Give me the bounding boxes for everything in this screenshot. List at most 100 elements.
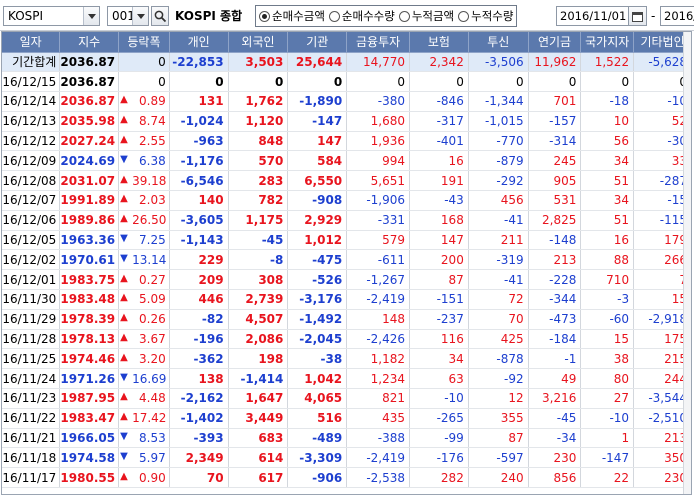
column-header[interactable]: 개인 <box>169 32 229 53</box>
triangle-up-icon: ▲ <box>120 332 128 344</box>
code-select-arrow[interactable] <box>132 7 148 25</box>
row-value-cell: -878 <box>468 348 529 370</box>
row-change-cell: ▲ 3.20 <box>118 348 170 370</box>
table-row[interactable]: 16/11/23 1987.95 ▲ 4.48 -2,162 1,647 4,065 821-… <box>2 388 691 409</box>
triangle-up-icon: ▲ <box>120 351 128 363</box>
column-header[interactable]: 등락폭 <box>118 32 170 53</box>
market-select-arrow[interactable] <box>83 7 99 25</box>
market-select[interactable]: KOSPI <box>3 6 100 26</box>
row-value-cell: 245 <box>528 150 582 172</box>
triangle-down-icon: ▼ <box>120 450 128 462</box>
table-row[interactable]: 16/11/28 1978.13 ▲ 3.67 -196 2,086 -2,045 -2,42… <box>2 329 691 350</box>
radio-cumulative-quantity[interactable]: 누적수량 <box>458 8 513 24</box>
row-value-cell: -92 <box>468 368 529 390</box>
table-row[interactable]: 16/12/152036.870000000000 <box>2 71 691 93</box>
row-value-cell: 25,644 <box>287 52 348 73</box>
summary-row[interactable]: 기간합계 2036.87 0 -22,853 3,503 25,644 14,770 2,34… <box>2 52 691 73</box>
row-change-cell: ▲ 3.67 <box>118 329 170 350</box>
row-value-cell: 4,065 <box>287 388 348 409</box>
table-row[interactable]: 16/12/06 1989.86 ▲ 26.50 -3,605 1,175 2,929 -33… <box>2 210 691 231</box>
column-header[interactable]: 일자 <box>2 32 61 53</box>
radio-cumulative-amount[interactable]: 누적금액 <box>398 8 455 24</box>
date-from-input[interactable]: 2016/11/01 <box>556 6 629 26</box>
table-row[interactable]: 16/11/22 1983.47 ▲ 17.42 -1,402 3,449 516 435 -2… <box>2 408 691 429</box>
row-value-cell: 72 <box>468 289 529 310</box>
row-value-cell: 531 <box>528 190 582 211</box>
table-row[interactable]: 16/12/12 2027.24 ▲ 2.55 -963 848 147 1,936 -401-… <box>2 131 691 152</box>
row-value-cell: 3,449 <box>228 408 289 429</box>
row-index-value: 2036.87 <box>59 52 120 73</box>
table-row[interactable]: 16/11/18 1974.58 ▼ 5.97 2,349 614 -3,309 -2,419… <box>2 447 691 469</box>
table-row[interactable]: 16/11/25 1974.46 ▲ 3.20 -362 198 -38 1,182 34 -87… <box>2 348 691 370</box>
row-index-value: 1980.55 <box>59 467 120 489</box>
row-value-cell: 14,770 <box>346 52 411 73</box>
row-date: 16/12/06 <box>2 210 61 231</box>
triangle-down-icon: ▼ <box>120 233 128 245</box>
row-value-cell: 230 <box>528 447 582 469</box>
column-header[interactable]: 연기금 <box>528 32 582 53</box>
vertical-scrollbar[interactable] <box>683 32 691 494</box>
row-value-cell: 87 <box>468 428 529 449</box>
table-row[interactable]: 16/12/01 1983.75 ▲ 0.27 209 308 -526 -1,267 87 -4… <box>2 269 691 291</box>
radio-net-buy-amount[interactable]: 순매수금액 <box>259 8 325 24</box>
column-header[interactable]: 투신 <box>468 32 529 53</box>
row-value-cell: -393 <box>169 428 229 449</box>
radio-label: 누적금액 <box>411 9 455 23</box>
code-select[interactable]: 001 <box>107 6 149 26</box>
triangle-down-icon: ▼ <box>120 252 128 264</box>
radio-dot-icon <box>259 10 270 22</box>
column-header[interactable]: 지수 <box>59 32 120 53</box>
row-value-cell: 148 <box>346 309 411 330</box>
table-row[interactable]: 16/11/24 1971.26 ▼ 16.69 138 -1,414 1,042 1,234… <box>2 368 691 390</box>
column-header[interactable]: 국가지자 <box>580 32 635 53</box>
table-row[interactable]: 16/12/07 1991.89 ▲ 2.03 140 782 -908 -1,906 -43 4… <box>2 190 691 211</box>
row-value-cell: 198 <box>228 348 289 370</box>
row-value-cell: 782 <box>228 190 289 211</box>
row-value-cell: -2,426 <box>346 329 411 350</box>
radio-net-buy-quantity[interactable]: 순매수수량 <box>328 8 395 24</box>
row-value-cell: 3,216 <box>528 388 582 409</box>
triangle-up-icon: ▲ <box>120 173 128 185</box>
table-row[interactable]: 16/12/05 1963.36 ▼ 7.25 -1,143 -45 1,012 579 147… <box>2 230 691 251</box>
column-header[interactable]: 외국인 <box>228 32 289 53</box>
column-header[interactable]: 기관 <box>287 32 348 53</box>
triangle-up-icon: ▲ <box>120 272 128 284</box>
row-index-value: 2027.24 <box>59 131 120 152</box>
table-row[interactable]: 16/12/02 1970.61 ▼ 13.14 229 -8 -475 -611 200 -31… <box>2 249 691 271</box>
table-row[interactable]: 16/12/14 2036.87 ▲ 0.89 131 1,762 -1,890 -380 -8… <box>2 91 691 112</box>
row-value-cell: 446 <box>169 289 229 310</box>
table-row[interactable]: 16/12/09 2024.69 ▼ 6.38 -1,176 570 584 994 16 -87… <box>2 150 691 172</box>
radio-dot-icon <box>328 10 340 22</box>
column-header[interactable]: 금융투자 <box>346 32 411 53</box>
row-value-cell: 2,086 <box>228 329 289 350</box>
row-index-value: 1978.13 <box>59 329 120 350</box>
date-from-calendar-button[interactable] <box>629 6 647 26</box>
row-value-cell: 0 <box>346 71 411 93</box>
row-change-cell: ▼ 13.14 <box>118 249 170 271</box>
row-change-value: 3.67 <box>139 332 166 347</box>
date-to-input[interactable]: 2016/12/15 <box>660 6 694 26</box>
chevron-down-icon <box>136 13 145 19</box>
table-row[interactable]: 16/11/21 1966.05 ▼ 8.53 -393 683 -489 -388 -99 87… <box>2 428 691 449</box>
row-date: 16/11/28 <box>2 329 61 350</box>
table-row[interactable]: 16/11/17 1980.55 ▲ 0.90 70 617 -906 -2,538 282 24… <box>2 467 691 489</box>
row-value-cell: -38 <box>287 348 348 370</box>
row-value-cell: -380 <box>346 91 411 112</box>
code-select-value: 001 <box>112 9 132 23</box>
row-change-value: 16.69 <box>132 371 167 386</box>
table-row[interactable]: 16/12/13 2035.98 ▲ 8.74 -1,024 1,120 -147 1,680… <box>2 111 691 132</box>
search-button[interactable] <box>151 6 169 26</box>
row-change-value: 0 <box>158 54 166 69</box>
table-row[interactable]: 16/11/30 1983.48 ▲ 5.09 446 2,739 -3,176 -2,419… <box>2 289 691 310</box>
row-value-cell: -228 <box>528 269 582 291</box>
row-value-cell: 88 <box>580 249 635 271</box>
table-row[interactable]: 16/11/29 1978.39 ▲ 0.26 -82 4,507 -1,492 148 -23… <box>2 309 691 330</box>
row-value-cell: 16 <box>409 150 469 172</box>
row-value-cell: 51 <box>580 210 635 231</box>
column-header[interactable]: 보험 <box>409 32 469 53</box>
table-row[interactable]: 16/12/08 2031.07 ▲ 39.18 -6,546 283 6,550 5,651… <box>2 170 691 192</box>
row-index-value: 1987.95 <box>59 388 120 409</box>
row-value-cell: 229 <box>169 249 229 271</box>
row-value-cell: 516 <box>287 408 348 429</box>
row-value-cell: 131 <box>169 91 229 112</box>
